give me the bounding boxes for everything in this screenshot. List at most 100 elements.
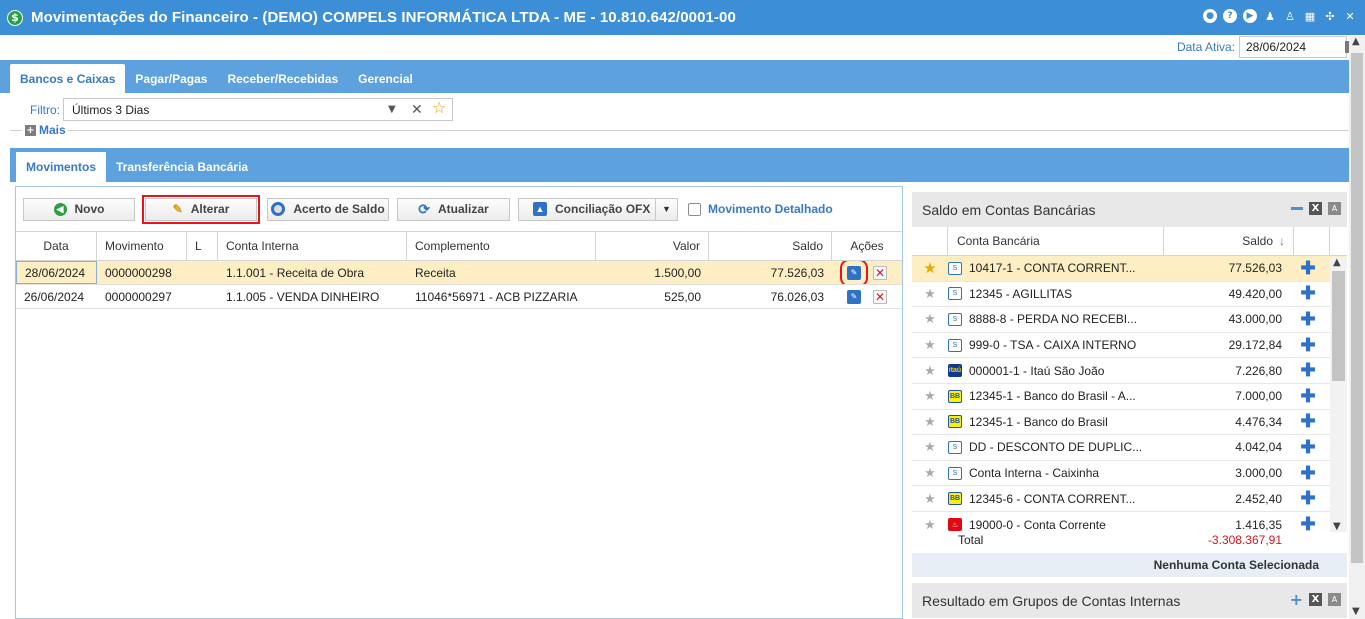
table-row[interactable]: 26/06/2024 0000000297 1.1.005 - VENDA DI… [16,285,902,309]
bb-icon: BB [948,415,962,429]
scroll-down-icon[interactable]: ▼ [1333,521,1341,532]
excel-icon[interactable]: X [1309,202,1322,215]
account-row[interactable]: ★ S Conta Interna - Caixinha 3.000,00 ✚ [912,461,1347,487]
star-icon[interactable]: ★ [912,388,948,404]
star-icon[interactable]: ★ [912,311,948,327]
movimento-detalhado-label[interactable]: Movimento Detalhado [708,202,833,216]
scroll-up-icon[interactable]: ▲ [1333,257,1341,268]
acerto-saldo-button[interactable]: Acerto de Saldo [267,197,389,221]
account-row[interactable]: ★ S 999-0 - TSA - CAIXA INTERNO 29.172,84… [912,333,1347,359]
pdf-icon[interactable]: A [1328,202,1341,215]
calendar-icon[interactable]: ▦ [1303,9,1317,23]
star-icon[interactable]: ★ [912,517,948,533]
refresh-icon: ⟳ [418,200,431,217]
restore-icon[interactable]: ✣ [1323,9,1337,23]
account-row[interactable]: ★ S 12345 - AGILLITAS 49.420,00 ✚ [912,282,1347,308]
star-icon[interactable]: ★ [912,363,948,379]
cell-conta-interna: 1.1.005 - VENDA DINHEIRO [226,289,380,304]
excel-icon[interactable]: X [1309,593,1322,606]
accounts-scrollbar[interactable]: ▲ ▼ [1330,257,1347,532]
add-icon[interactable]: ✚ [1290,258,1326,279]
atualizar-button[interactable]: ⟳ Atualizar [397,197,510,221]
chevron-down-icon[interactable]: ▼ [655,198,677,220]
column-data[interactable]: Data [16,232,97,260]
account-name: 12345-1 - Banco do Brasil [969,414,1108,429]
add-icon[interactable]: ✚ [1290,488,1326,509]
column-add [1294,227,1330,255]
conciliacao-ofx-button[interactable]: ▲ Conciliação OFX ▼ [518,197,678,221]
account-row[interactable]: ★ S 8888-8 - PERDA NO RECEBI... 43.000,00… [912,307,1347,333]
account-row[interactable]: ★ itaú 000001-1 - Itaú São João 7.226,80 … [912,358,1347,384]
add-icon[interactable]: ✚ [1290,335,1326,356]
star-icon[interactable]: ★ [912,414,948,430]
column-valor[interactable]: Valor [596,232,709,260]
star-icon[interactable]: ☆ [432,98,446,117]
scroll-thumb[interactable] [1351,53,1363,563]
account-name: 19000-0 - Conta Corrente [969,517,1106,532]
clear-icon[interactable]: ✕ [411,102,423,118]
account-name: 10417-1 - CONTA CORRENT... [969,261,1136,276]
tab-pagar-pagas[interactable]: Pagar/Pagas [125,64,217,93]
active-date-input[interactable]: 28/06/2024 [1239,36,1347,58]
account-row[interactable]: ★ S DD - DESCONTO DE DUPLIC... 4.042,04 ✚ [912,435,1347,461]
cell-l [187,285,218,308]
chevron-down-icon[interactable]: ▼ [388,104,396,115]
novo-button[interactable]: ◀ Novo [23,197,135,221]
add-icon[interactable]: ✚ [1290,463,1326,484]
add-icon[interactable]: ✚ [1290,437,1326,458]
scroll-up-icon[interactable]: ▲ [1352,36,1360,47]
close-icon[interactable]: ✕ [1343,9,1357,23]
column-movimento[interactable]: Movimento [97,232,187,260]
account-row[interactable]: ★ BB 12345-6 - CONTA CORRENT... 2.452,40 … [912,486,1347,512]
filter-select[interactable]: Últimos 3 Dias ▼ ✕ ☆ [63,98,453,121]
column-conta-bancaria[interactable]: Conta Bancária [948,227,1164,255]
star-icon[interactable]: ★ [912,259,948,277]
person-icon[interactable]: ♙ [1283,9,1297,23]
column-complemento[interactable]: Complemento [407,232,596,260]
add-icon[interactable]: ✚ [1290,309,1326,330]
account-row[interactable]: ★ BB 12345-1 - Banco do Brasil - A... 7.0… [912,384,1347,410]
movimento-detalhado-option[interactable]: Movimento Detalhado [688,202,833,216]
pdf-icon[interactable]: A [1328,593,1341,606]
expand-icon[interactable]: + [1290,591,1303,607]
sort-down-icon: ↓ [1279,234,1285,248]
delete-icon[interactable]: ✕ [873,265,887,280]
more-filters-toggle[interactable]: Mais [39,123,66,137]
column-conta-interna[interactable]: Conta Interna [218,232,407,260]
expand-icon[interactable]: + [25,124,36,136]
tab-movimentos[interactable]: Movimentos [16,152,107,182]
edit-icon[interactable]: ✎ [840,261,868,284]
page-scrollbar[interactable]: ▲ ▼ [1349,36,1365,619]
column-saldo[interactable]: Saldo [709,232,832,260]
edit-icon[interactable]: ✎ [847,289,861,304]
star-icon[interactable]: ★ [912,491,948,507]
tab-bancos-caixas[interactable]: Bancos e Caixas [10,64,126,93]
column-l[interactable]: L [187,232,218,260]
star-icon[interactable]: ★ [912,465,948,481]
table-row[interactable]: 28/06/2024 0000000298 1.1.001 - Receita … [16,261,902,285]
add-icon[interactable]: ✚ [1290,386,1326,407]
account-row[interactable]: ★ S 10417-1 - CONTA CORRENT... 77.526,03 … [912,256,1347,282]
minimize-circle-icon[interactable]: ● [1203,9,1217,23]
add-icon[interactable]: ✚ [1290,360,1326,381]
bell-icon[interactable]: ♟ [1263,9,1277,23]
star-icon[interactable]: ★ [912,286,948,302]
help-icon[interactable]: ? [1223,9,1237,23]
account-row[interactable]: ★ BB 12345-1 - Banco do Brasil 4.476,34 ✚ [912,410,1347,436]
scroll-down-icon[interactable]: ▼ [1352,606,1360,617]
tab-receber-recebidas[interactable]: Receber/Recebidas [217,64,348,93]
column-saldo[interactable]: Saldo ↓ [1164,227,1294,255]
add-icon[interactable]: ✚ [1290,283,1326,304]
play-icon[interactable]: ▶ [1243,9,1257,23]
add-icon[interactable]: ✚ [1290,411,1326,432]
tab-transferencia-bancaria[interactable]: Transferência Bancária [106,152,258,182]
collapse-icon[interactable] [1291,207,1303,210]
tab-gerencial[interactable]: Gerencial [348,64,423,93]
delete-icon[interactable]: ✕ [873,289,887,304]
cell-valor: 525,00 [664,289,701,304]
star-icon[interactable]: ★ [912,337,948,353]
movimento-detalhado-checkbox[interactable] [688,202,701,216]
star-icon[interactable]: ★ [912,439,948,455]
alterar-button[interactable]: ✎ Alterar [142,194,260,224]
scroll-thumb[interactable] [1332,271,1345,381]
